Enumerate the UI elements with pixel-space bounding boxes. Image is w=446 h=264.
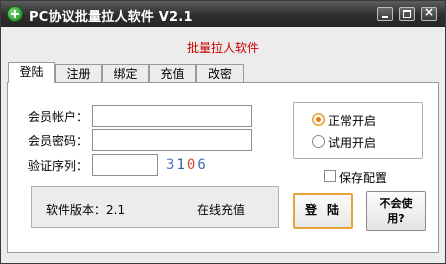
- tab-login[interactable]: 登陆: [8, 62, 55, 83]
- title-bar[interactable]: PC协议批量拉人软件 V2.1 ×: [1, 1, 445, 27]
- save-config-label: 保存配置: [339, 171, 388, 185]
- minimize-icon: [382, 16, 388, 18]
- tab-register[interactable]: 注册: [55, 64, 102, 83]
- captcha-char: 0: [186, 157, 198, 173]
- radio-label: 正常开启: [328, 114, 377, 128]
- app-window: PC协议批量拉人软件 V2.1 × 批量拉人软件 登陆 注册 绑定 充值 改密 …: [0, 0, 446, 264]
- window-title: PC协议批量拉人软件 V2.1: [29, 10, 193, 25]
- captcha-image[interactable]: 3106: [166, 157, 208, 173]
- password-input[interactable]: [92, 129, 252, 151]
- captcha-char: 6: [197, 157, 208, 173]
- help-button[interactable]: 不会使 用?: [366, 191, 426, 231]
- maximize-button[interactable]: [399, 7, 415, 21]
- account-label: 会员帐户：: [28, 110, 89, 124]
- login-button[interactable]: 登陆: [293, 193, 353, 229]
- help-button-line1: 不会使: [379, 197, 413, 210]
- checkbox-icon[interactable]: [324, 170, 336, 182]
- maximize-icon: [403, 10, 411, 18]
- app-heading: 批量拉人软件: [186, 41, 259, 55]
- password-label: 会员密码：: [28, 134, 89, 148]
- captcha-char: 1: [176, 157, 187, 173]
- captcha-char: 3: [166, 157, 177, 173]
- tab-change-password[interactable]: 改密: [196, 64, 244, 83]
- start-mode-group: 正常开启 试用开启: [293, 102, 423, 159]
- tab-recharge[interactable]: 充值: [149, 64, 196, 83]
- tab-bind[interactable]: 绑定: [102, 64, 149, 83]
- verify-input[interactable]: [92, 154, 158, 176]
- close-icon: ×: [423, 5, 435, 19]
- close-button[interactable]: ×: [421, 5, 437, 21]
- help-button-line2: 用?: [387, 212, 405, 225]
- login-panel: 会员帐户： 会员密码： 验证序列： 3106 正常开启 试用开启 保存配置 软件…: [7, 82, 439, 253]
- plus-circle-icon: [7, 6, 23, 22]
- info-group: 软件版本：2.1 在线充值: [31, 186, 279, 228]
- verify-label: 验证序列：: [28, 159, 89, 173]
- radio-icon[interactable]: [312, 113, 325, 126]
- online-recharge-link[interactable]: 在线充值: [197, 201, 245, 218]
- account-input[interactable]: [92, 105, 252, 127]
- radio-label: 试用开启: [328, 136, 377, 150]
- version-label: 软件版本：2.1: [46, 203, 126, 217]
- radio-icon[interactable]: [312, 135, 325, 148]
- minimize-button[interactable]: [377, 7, 393, 21]
